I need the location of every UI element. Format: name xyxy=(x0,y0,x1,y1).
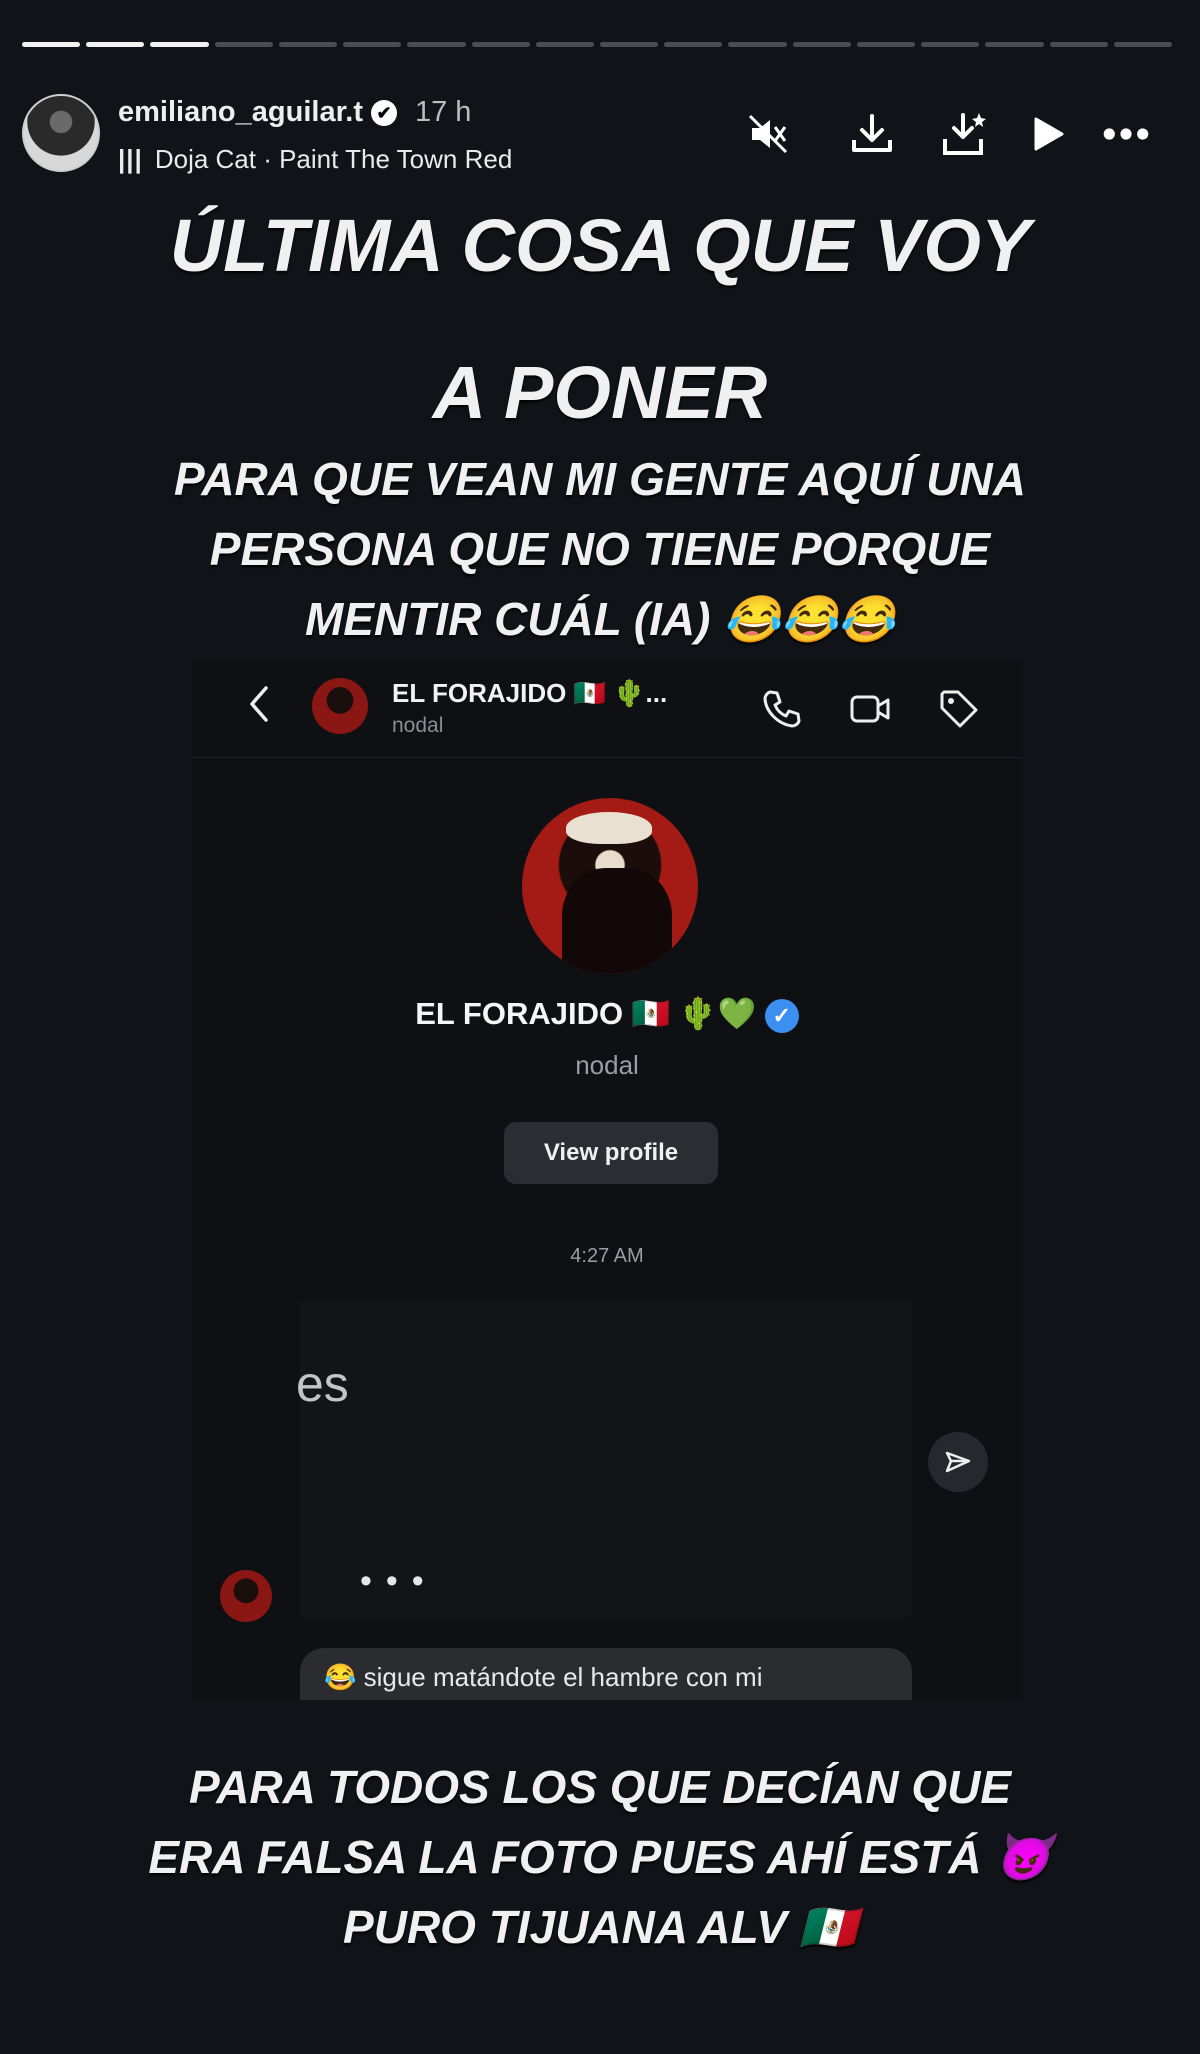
progress-segment xyxy=(86,42,145,47)
progress-segment xyxy=(985,42,1044,47)
music-attribution[interactable]: ||| Doja Cat · Paint The Town Red xyxy=(118,144,512,175)
profile-picture[interactable] xyxy=(522,798,698,974)
hat-shape xyxy=(566,812,652,844)
figure-shape xyxy=(562,868,672,974)
progress-segment xyxy=(471,42,530,47)
equalizer-bars-icon: ||| xyxy=(118,144,143,174)
reply-message-bubble[interactable]: 😂 sigue matándote el hambre con mi xyxy=(300,1648,912,1700)
profile-name-row: EL FORAJIDO 🇲🇽 🌵💚 ✓ xyxy=(192,995,1022,1033)
progress-segment xyxy=(343,42,402,47)
message-timestamp: 4:27 AM xyxy=(570,1245,644,1267)
message-text-fragment: es xyxy=(296,1356,349,1412)
tag-icon[interactable] xyxy=(936,686,982,732)
progress-segment xyxy=(407,42,466,47)
progress-segment xyxy=(664,42,723,47)
progress-segment xyxy=(728,42,787,47)
dm-header: EL FORAJIDO 🇲🇽 🌵... nodal xyxy=(192,660,1022,758)
progress-segment xyxy=(535,42,594,47)
overlay-bottom-line1: PARA TODOS LOS QUE DECÍAN QUE xyxy=(188,1761,1012,1813)
username[interactable]: emiliano_aguilar.t xyxy=(118,96,363,128)
progress-segment xyxy=(856,42,916,47)
shared-media-message[interactable]: es ••• xyxy=(296,1300,912,1618)
verified-badge-icon: ✔ xyxy=(370,100,397,127)
progress-segment xyxy=(1049,42,1108,47)
typing-indicator: ••• xyxy=(360,1562,438,1600)
progress-segment xyxy=(921,42,980,47)
username-row[interactable]: emiliano_aguilar.t ✔ 17 h xyxy=(118,96,471,129)
profile-name: EL FORAJIDO 🇲🇽 🌵💚 xyxy=(415,996,757,1031)
save-icon[interactable] xyxy=(940,108,992,160)
story-header: emiliano_aguilar.t ✔ 17 h ||| Doja Cat · Pa… xyxy=(22,92,1178,182)
share-icon[interactable] xyxy=(928,1432,988,1492)
overlay-subtitle-line2: PERSONA QUE NO TIENE PORQUE xyxy=(209,523,991,575)
phone-icon[interactable] xyxy=(758,686,804,732)
download-icon[interactable] xyxy=(846,108,898,160)
music-artist: Doja Cat xyxy=(154,144,256,174)
dm-contact-name[interactable]: EL FORAJIDO 🇲🇽 🌵... xyxy=(392,678,667,709)
back-arrow-icon[interactable] xyxy=(244,682,274,726)
dm-contact-handle: nodal xyxy=(392,714,444,737)
video-call-icon[interactable] xyxy=(848,686,894,732)
sender-avatar[interactable] xyxy=(220,1570,272,1622)
progress-segment xyxy=(150,42,209,47)
progress-segment xyxy=(792,42,851,47)
overlay-title-line2: A PONER xyxy=(432,351,768,434)
story-progress-bar xyxy=(22,42,1172,47)
more-icon[interactable] xyxy=(1100,108,1152,160)
dm-contact-avatar[interactable] xyxy=(312,678,368,734)
verified-badge-icon: ✓ xyxy=(764,998,799,1033)
user-avatar[interactable] xyxy=(22,94,100,172)
progress-segment xyxy=(22,42,81,47)
progress-segment xyxy=(599,42,659,47)
progress-segment xyxy=(278,42,338,47)
view-profile-button[interactable]: View profile xyxy=(504,1122,718,1184)
play-icon[interactable] xyxy=(1022,108,1074,160)
overlay-subtitle-line3: MENTIR CUÁL (IA) 😂😂😂 xyxy=(304,593,896,645)
overlay-bottom-line2: ERA FALSA LA FOTO PUES AHÍ ESTÁ 😈 xyxy=(148,1831,1052,1883)
progress-segment xyxy=(214,42,273,47)
post-time: 17 h xyxy=(414,96,472,128)
progress-segment xyxy=(1113,42,1172,47)
music-song: Paint The Town Red xyxy=(279,144,513,174)
overlay-title-line1: ÚLTIMA COSA QUE VOY xyxy=(169,204,1031,287)
music-separator: · xyxy=(255,144,280,174)
dm-screenshot: EL FORAJIDO 🇲🇽 🌵... nodal EL FORAJIDO 🇲🇽… xyxy=(192,660,1022,1700)
overlay-subtitle-line1: PARA QUE VEAN MI GENTE AQUÍ UNA xyxy=(174,453,1026,505)
overlay-bottom-line3: PURO TIJUANA ALV 🇲🇽 xyxy=(343,1901,857,1953)
mute-icon[interactable] xyxy=(742,108,794,160)
profile-handle: nodal xyxy=(575,1050,639,1080)
